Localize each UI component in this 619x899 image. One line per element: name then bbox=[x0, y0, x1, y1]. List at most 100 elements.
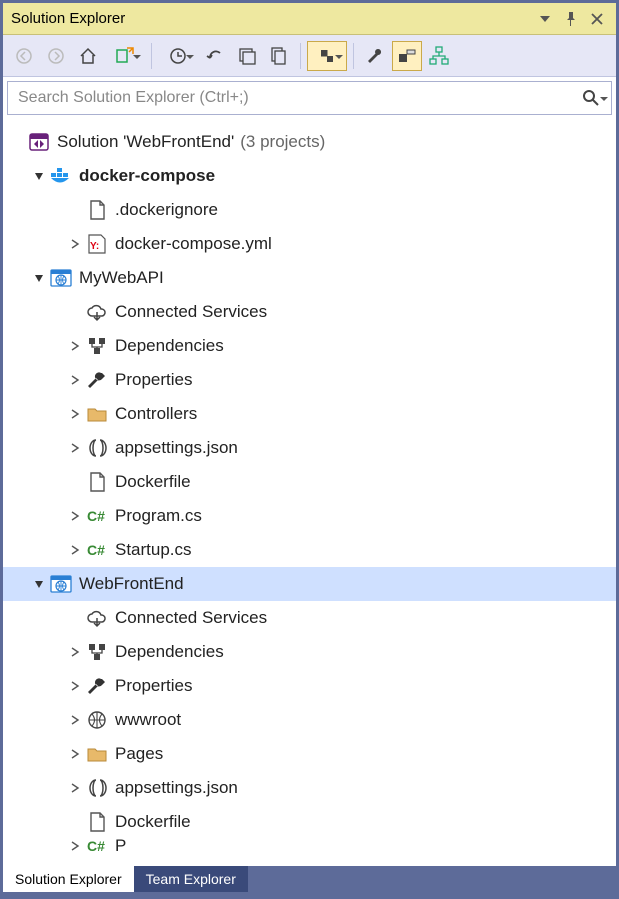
tree-item-properties[interactable]: Properties bbox=[3, 363, 616, 397]
search-button[interactable] bbox=[571, 82, 611, 114]
show-all-files-button[interactable] bbox=[264, 41, 294, 71]
tree-label: Dockerfile bbox=[115, 812, 191, 832]
file-icon bbox=[85, 810, 109, 834]
chevron-right-icon bbox=[67, 780, 83, 796]
tree-label: Properties bbox=[115, 676, 192, 696]
dependencies-icon bbox=[85, 640, 109, 664]
tree-item-program-cs[interactable]: C# Program.cs bbox=[3, 499, 616, 533]
tree-item-docker-compose[interactable]: docker-compose bbox=[3, 159, 616, 193]
chevron-right-icon bbox=[67, 406, 83, 422]
tree-label: Startup.cs bbox=[115, 540, 192, 560]
folder-icon bbox=[85, 742, 109, 766]
tree-item-properties-2[interactable]: Properties bbox=[3, 669, 616, 703]
tree-item-dependencies-2[interactable]: Dependencies bbox=[3, 635, 616, 669]
chevron-down-icon bbox=[31, 576, 47, 592]
search-input[interactable] bbox=[8, 89, 571, 107]
tree-label: Pages bbox=[115, 744, 163, 764]
svg-text:C#: C# bbox=[87, 839, 105, 853]
tab-team-explorer[interactable]: Team Explorer bbox=[134, 866, 248, 892]
svg-text:C#: C# bbox=[87, 542, 105, 558]
tab-solution-explorer[interactable]: Solution Explorer bbox=[3, 866, 134, 892]
tree-item-dockerfile[interactable]: Dockerfile bbox=[3, 465, 616, 499]
tree-item-dependencies[interactable]: Dependencies bbox=[3, 329, 616, 363]
yaml-file-icon: Y: bbox=[85, 232, 109, 256]
preview-button[interactable] bbox=[307, 41, 347, 71]
tree-label: Dependencies bbox=[115, 336, 224, 356]
forward-button[interactable] bbox=[41, 41, 71, 71]
separator bbox=[151, 43, 152, 69]
back-button[interactable] bbox=[9, 41, 39, 71]
tree-label: docker-compose.yml bbox=[115, 234, 272, 254]
tree-item-mywebapi[interactable]: MyWebAPI bbox=[3, 261, 616, 295]
view-button[interactable] bbox=[392, 41, 422, 71]
tree-item-connected-services-2[interactable]: Connected Services bbox=[3, 601, 616, 635]
tree-label: Dependencies bbox=[115, 642, 224, 662]
json-file-icon bbox=[85, 436, 109, 460]
tree-item-startup-cs[interactable]: C# Startup.cs bbox=[3, 533, 616, 567]
separator bbox=[353, 43, 354, 69]
globe-icon bbox=[85, 708, 109, 732]
window-position-button[interactable] bbox=[534, 8, 556, 30]
sync-button[interactable] bbox=[200, 41, 230, 71]
tree-label: wwwroot bbox=[115, 710, 181, 730]
csharp-file-icon: C# bbox=[85, 538, 109, 562]
tree-item-appsettings[interactable]: appsettings.json bbox=[3, 431, 616, 465]
csharp-file-icon: C# bbox=[85, 504, 109, 528]
tree-item-partial[interactable]: C# P bbox=[3, 839, 616, 853]
view-class-diagram-button[interactable] bbox=[424, 41, 454, 71]
chevron-right-icon bbox=[67, 542, 83, 558]
chevron-right-icon bbox=[67, 508, 83, 524]
tree-label: Connected Services bbox=[115, 302, 267, 322]
properties-button[interactable] bbox=[360, 41, 390, 71]
pin-button[interactable] bbox=[560, 8, 582, 30]
toolbar bbox=[3, 35, 616, 77]
project-count: (3 projects) bbox=[240, 132, 325, 152]
chevron-down-icon bbox=[31, 168, 47, 184]
folder-icon bbox=[85, 402, 109, 426]
collapse-all-button[interactable] bbox=[232, 41, 262, 71]
dependencies-icon bbox=[85, 334, 109, 358]
cloud-icon bbox=[85, 300, 109, 324]
svg-text:C#: C# bbox=[87, 508, 105, 524]
file-icon bbox=[85, 470, 109, 494]
csharp-file-icon: C# bbox=[85, 839, 109, 853]
docker-project-icon bbox=[49, 164, 73, 188]
tree-item-appsettings-2[interactable]: appsettings.json bbox=[3, 771, 616, 805]
tree-view[interactable]: Solution 'WebFrontEnd' (3 projects) dock… bbox=[3, 119, 616, 866]
chevron-right-icon bbox=[67, 372, 83, 388]
chevron-right-icon bbox=[67, 746, 83, 762]
chevron-right-icon bbox=[67, 440, 83, 456]
pending-changes-button[interactable] bbox=[158, 41, 198, 71]
tree-label: MyWebAPI bbox=[79, 268, 164, 288]
tree-label: Dockerfile bbox=[115, 472, 191, 492]
tree-item-wwwroot[interactable]: wwwroot bbox=[3, 703, 616, 737]
close-button[interactable] bbox=[586, 8, 608, 30]
chevron-right-icon bbox=[67, 839, 83, 853]
chevron-right-icon bbox=[67, 678, 83, 694]
tree-item-dockerfile-2[interactable]: Dockerfile bbox=[3, 805, 616, 839]
tree-label: Program.cs bbox=[115, 506, 202, 526]
solution-icon bbox=[27, 130, 51, 154]
tree-label: appsettings.json bbox=[115, 778, 238, 798]
solution-label: Solution 'WebFrontEnd' bbox=[57, 132, 234, 152]
solution-node[interactable]: Solution 'WebFrontEnd' (3 projects) bbox=[3, 125, 616, 159]
search-box bbox=[7, 81, 612, 115]
chevron-down-icon bbox=[31, 270, 47, 286]
cloud-icon bbox=[85, 606, 109, 630]
tree-item-pages[interactable]: Pages bbox=[3, 737, 616, 771]
separator bbox=[300, 43, 301, 69]
tree-item-connected-services[interactable]: Connected Services bbox=[3, 295, 616, 329]
tree-item-controllers[interactable]: Controllers bbox=[3, 397, 616, 431]
web-project-icon bbox=[49, 572, 73, 596]
bottom-tabs: Solution Explorer Team Explorer bbox=[3, 866, 616, 896]
wrench-icon bbox=[85, 368, 109, 392]
chevron-right-icon bbox=[67, 236, 83, 252]
scope-button[interactable] bbox=[105, 41, 145, 71]
tree-label: Controllers bbox=[115, 404, 197, 424]
tree-item-webfrontend[interactable]: WebFrontEnd bbox=[3, 567, 616, 601]
tree-item-dockerignore[interactable]: .dockerignore bbox=[3, 193, 616, 227]
tree-item-docker-compose-yml[interactable]: Y: docker-compose.yml bbox=[3, 227, 616, 261]
home-button[interactable] bbox=[73, 41, 103, 71]
tree-label: docker-compose bbox=[79, 166, 215, 186]
svg-text:Y:: Y: bbox=[90, 241, 99, 252]
